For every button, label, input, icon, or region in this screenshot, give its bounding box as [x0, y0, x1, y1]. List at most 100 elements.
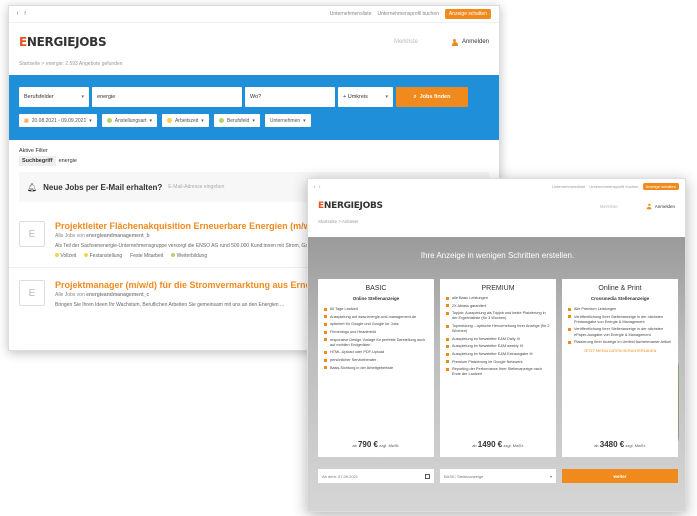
- media-data-download-link[interactable]: JETZT MEDIA DATEN HERUNTERLADEN: [568, 349, 672, 353]
- plan-feature: Alle Premium Leistungen: [568, 307, 672, 312]
- user-icon: [451, 38, 458, 46]
- pricing-hero: Ihre Anzeige in wenigen Schritten erstel…: [308, 237, 685, 511]
- bell-icon: 🔔︎: [27, 182, 38, 192]
- top-bar: t f Unternehmensliste Unternehmensprofil…: [9, 6, 499, 23]
- twitter-icon[interactable]: t: [17, 11, 18, 17]
- composite-screenshot: t f Unternehmensliste Unternehmensprofil…: [0, 0, 697, 516]
- breadcrumb: Startseite > Anbieter: [318, 219, 359, 224]
- plan-features: Alle Premium Leistungen Veröffentlichung…: [568, 307, 672, 345]
- chevron-down-icon: ▾: [89, 117, 92, 124]
- email-input[interactable]: E-Mail-Adresse eingeben: [168, 184, 224, 190]
- plan-feature: HTML-Upload oder PDF-Upload: [324, 350, 428, 355]
- order-bar: Ab dem: 07.09.2021 BASIC Stellenanzeige ▾…: [318, 469, 678, 483]
- plan-price: ab 790 € zzgl. MwSt.: [352, 440, 400, 449]
- search-icon: ⌕: [413, 93, 417, 100]
- find-jobs-button[interactable]: ⌕ Jobs finden: [396, 87, 468, 107]
- company-profile-link[interactable]: Unternehmensprofil buchen: [589, 184, 638, 189]
- chevron-down-icon: ▾: [303, 117, 306, 124]
- hero-title: Ihre Anzeige in wenigen Schritten erstel…: [420, 251, 575, 260]
- post-ad-button[interactable]: Anzeige schalten: [444, 9, 491, 19]
- search-panel: Berufsfelder ▾ energie Wo? + Umkreis ▾ ⌕ Jo…: [9, 75, 499, 140]
- chevron-down-icon: ▾: [252, 117, 255, 124]
- filter-dot-icon: [218, 118, 224, 123]
- date-filter[interactable]: ▦ 20.08.2021 - 09.09.2021 ▾: [19, 114, 97, 127]
- job-tag: Weiterbildung: [171, 253, 207, 259]
- start-date-input[interactable]: Ab dem: 07.09.2021: [318, 469, 434, 483]
- plan-feature: Basis-Sichtung in der Arbeitgeberliste: [324, 366, 428, 371]
- plan-feature: alle Basic Leistungen: [446, 296, 550, 301]
- continue-button[interactable]: weiter: [562, 469, 678, 483]
- plan-feature: Ausspielung im Newsletter E&M Daily III: [446, 337, 550, 342]
- plan-feature: responsive Design-Vorlage für perfekte D…: [324, 338, 428, 348]
- employment-type-filter[interactable]: Anstellungsart ▾: [101, 114, 157, 127]
- watchlist-link[interactable]: Merkliste: [600, 204, 618, 209]
- chevron-down-icon: ▾: [549, 473, 552, 479]
- login-link[interactable]: Anmelden: [646, 203, 675, 210]
- energiejobs-logo[interactable]: ENERGIEJOBS: [19, 35, 107, 49]
- plan-feature: Ausspielung im Newsletter E&M Extrausgab…: [446, 352, 550, 357]
- profession-filter[interactable]: Berufsfeld ▾: [213, 114, 260, 127]
- company-profile-link[interactable]: Unternehmensprofil buchen: [377, 11, 438, 17]
- site-header: ENERGIEJOBS Merkliste Anmelden: [308, 193, 685, 219]
- plan-feature: Premium Platzierung im Google Netzwerk: [446, 360, 550, 365]
- tag-dot-icon: [84, 253, 89, 257]
- plan-feature: optimiert für Google und Google for Jobs: [324, 322, 428, 327]
- plan-feature: persönlicher Serviceberater: [324, 358, 428, 363]
- company-logo: E: [19, 280, 45, 306]
- plan-feature: Veröffentlichung Ihrer Stellenanzeige in…: [568, 315, 672, 325]
- plan-feature: Ausspielung im Newsletter E&M weekly III: [446, 344, 550, 349]
- user-icon: [646, 203, 652, 209]
- active-filter-tag[interactable]: Suchbegriff energie: [19, 156, 77, 166]
- facebook-icon[interactable]: f: [319, 184, 320, 189]
- job-tag: Feste Mitarbeit: [130, 253, 164, 259]
- plan-feature: Platzierung Ihrer Anzeige im Umfeld fach…: [568, 340, 672, 345]
- company-filter[interactable]: Unternehmen ▾: [264, 114, 311, 127]
- radius-select[interactable]: + Umkreis ▾: [338, 87, 393, 107]
- plan-price: ab 1490 € zzgl. MwSt.: [472, 440, 524, 449]
- working-time-filter[interactable]: Arbeitszeit ▾: [161, 114, 209, 127]
- facebook-icon[interactable]: f: [24, 11, 25, 17]
- location-input[interactable]: Wo?: [245, 87, 335, 107]
- chevron-down-icon: ▾: [385, 94, 388, 100]
- plan-basic[interactable]: BASIC Online Stellenanzeige 60 Tage Lauf…: [318, 279, 434, 457]
- top-bar: t f Unternehmensliste Unternehmensprofil…: [308, 179, 685, 193]
- plan-select[interactable]: BASIC Stellenanzeige ▾: [440, 469, 556, 483]
- plan-price: ab 3480 € zzgl. MwSt.: [594, 440, 646, 449]
- chevron-down-icon: ▾: [149, 117, 152, 124]
- company-list-link[interactable]: Unternehmensliste: [330, 11, 372, 17]
- watchlist-link[interactable]: Merkliste: [394, 39, 418, 45]
- job-tag: Festanstellung: [84, 253, 122, 259]
- plan-feature: Veröffentlichung Ihrer Stellenanzeige in…: [568, 327, 672, 337]
- plan-subtitle: Online Stellenanzeige: [352, 296, 400, 301]
- plan-online-print[interactable]: Online & Print Crossmedia Stellenanzeige…: [562, 279, 678, 457]
- plan-feature: Ausspielung auf www.energie-und-manageme…: [324, 315, 428, 320]
- energiejobs-logo[interactable]: ENERGIEJOBS: [318, 201, 383, 211]
- login-link[interactable]: Anmelden: [451, 38, 489, 46]
- chevron-down-icon: ▾: [81, 94, 84, 100]
- keyword-input[interactable]: energie: [92, 87, 242, 107]
- calendar-icon: ▦: [24, 117, 29, 124]
- post-ad-button[interactable]: Anzeige schalten: [642, 182, 679, 190]
- plan-subtitle: Crossmedia Stellenanzeige: [590, 296, 650, 301]
- breadcrumb: Startseite > energie: 2.593 Angebote gef…: [19, 61, 123, 67]
- tag-dot-icon: [55, 253, 59, 257]
- plan-name: BASIC: [365, 285, 387, 292]
- filter-dot-icon: [106, 118, 112, 123]
- job-alert-title: Neue Jobs per E-Mail erhalten?: [43, 182, 163, 192]
- active-filters: Aktive Filter Suchbegriff energie: [9, 140, 499, 166]
- plan-name: Online & Print: [598, 285, 642, 292]
- twitter-icon[interactable]: t: [314, 184, 315, 189]
- tag-dot-icon: [171, 253, 176, 257]
- category-select[interactable]: Berufsfelder ▾: [19, 87, 89, 107]
- plan-feature: Firmenlogo und Headerbild: [324, 330, 428, 335]
- chevron-down-icon: ▾: [201, 117, 204, 124]
- pricing-plans: BASIC Online Stellenanzeige 60 Tage Lauf…: [318, 279, 678, 457]
- active-filters-heading: Aktive Filter: [19, 148, 48, 154]
- plan-feature: Topjob: Ausspielung als Topjob und beste…: [446, 311, 550, 321]
- plan-name: PREMIUM: [481, 285, 515, 292]
- plan-features: 60 Tage Laufzeit Ausspielung auf www.ene…: [324, 307, 428, 371]
- site-header: ENERGIEJOBS Merkliste Anmelden: [9, 23, 499, 61]
- plan-premium[interactable]: PREMIUM alle Basic Leistungen 2X Ablass …: [440, 279, 556, 457]
- company-list-link[interactable]: Unternehmensliste: [552, 184, 585, 189]
- plan-feature: Reporting der Performance Ihrer Stellena…: [446, 367, 550, 377]
